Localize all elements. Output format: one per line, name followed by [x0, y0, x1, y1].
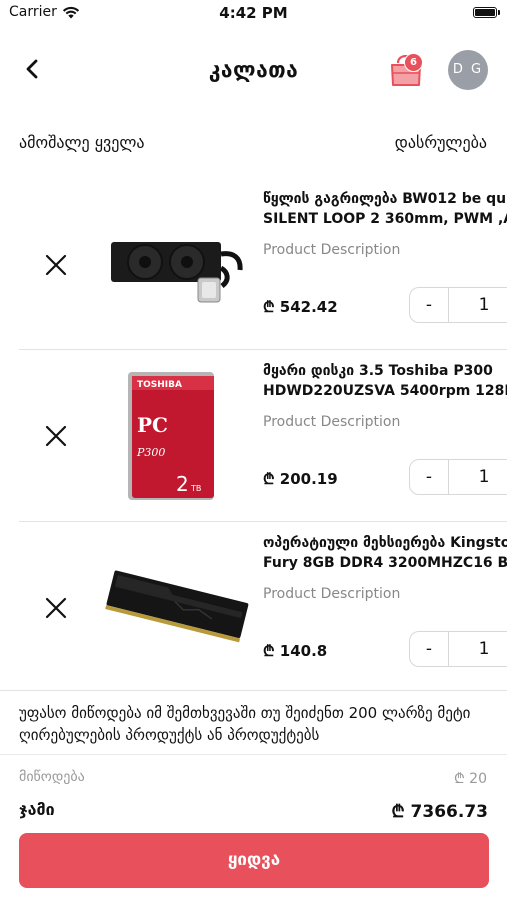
product-name[interactable]: წყლის გაგრილება BW012 be quiet! SILENT L… [263, 189, 507, 229]
shipping-value: ₾ 20 [453, 771, 487, 787]
product-name-line2: SILENT LOOP 2 360mm, PWM ,ARGB [263, 211, 507, 227]
product-description: Product Description [263, 242, 401, 258]
product-description: Product Description [263, 586, 401, 602]
buy-button[interactable]: ყიდვა [19, 833, 489, 888]
drive-brand-text: TOSHIBA [137, 380, 182, 390]
product-name[interactable]: მყარი დისკი 3.5 Toshiba P300 HDWD220UZSV… [263, 361, 507, 401]
quantity-stepper: - 1 [409, 459, 507, 495]
page-title: კალათა [208, 58, 299, 82]
product-name[interactable]: ოპერატიული მეხსიერება Kingston Fury 8GB … [263, 533, 507, 573]
avatar[interactable]: D G [448, 50, 488, 90]
liquid-cooler-image [111, 242, 243, 303]
done-button[interactable]: დასრულება [395, 133, 487, 152]
quantity-field[interactable]: 1 [449, 288, 507, 322]
quantity-stepper: - 1 [409, 287, 507, 323]
decrease-quantity-button[interactable]: - [410, 288, 449, 322]
product-price: ₾ 200.19 [263, 470, 338, 488]
product-name-line1: ოპერატიული მეხსიერება Kingston [263, 535, 507, 551]
free-shipping-note: უფასო მიწოდება იმ შემთხვევაში თუ შეიძენთ… [19, 704, 471, 744]
battery-tip [498, 10, 500, 15]
cart-item: ოპერატიული მეხსიერება Kingston Fury 8GB … [0, 522, 507, 694]
drive-unit-text: TB [190, 484, 201, 493]
hard-drive-image: TOSHIBA PC P300 2 TB [128, 372, 214, 500]
total-label: ჯამი [19, 800, 55, 819]
remove-all-button[interactable]: ამოშალე ყველა [19, 133, 144, 152]
product-name-line1: მყარი დისკი 3.5 Toshiba P300 [263, 363, 493, 379]
battery-icon [473, 7, 497, 18]
cart-count-badge: 6 [404, 53, 423, 72]
drive-series-text: P300 [136, 446, 165, 459]
product-name-line2: Fury 8GB DDR4 3200MHZC16 Beast [263, 555, 507, 571]
decrease-quantity-button[interactable]: - [410, 460, 449, 494]
quantity-field[interactable]: 1 [449, 460, 507, 494]
product-name-line1: წყლის გაგრილება BW012 be quiet! [263, 191, 507, 207]
close-icon[interactable] [43, 595, 69, 621]
divider [0, 690, 507, 691]
quantity-stepper: - 1 [409, 631, 507, 667]
drive-capacity-text: 2 [176, 472, 189, 496]
quantity-field[interactable]: 1 [449, 632, 507, 666]
close-icon[interactable] [43, 252, 69, 278]
product-price: ₾ 542.42 [263, 298, 338, 316]
product-price: ₾ 140.8 [263, 642, 328, 660]
cart-item: TOSHIBA PC P300 2 TB მყარი დისკი 3.5 Tos… [0, 350, 507, 522]
shipping-label: მიწოდება [19, 769, 85, 785]
clock: 4:42 PM [219, 4, 288, 22]
product-name-line2: HDWD220UZSVA 5400rpm 128MB [263, 383, 507, 399]
decrease-quantity-button[interactable]: - [410, 632, 449, 666]
ram-module-image [105, 570, 249, 643]
close-icon[interactable] [43, 423, 69, 449]
drive-model-text: PC [137, 413, 168, 437]
divider [0, 754, 507, 755]
total-value: ₾ 7366.73 [391, 802, 488, 822]
product-description: Product Description [263, 414, 401, 430]
cart-item: წყლის გაგრილება BW012 be quiet! SILENT L… [0, 178, 507, 350]
